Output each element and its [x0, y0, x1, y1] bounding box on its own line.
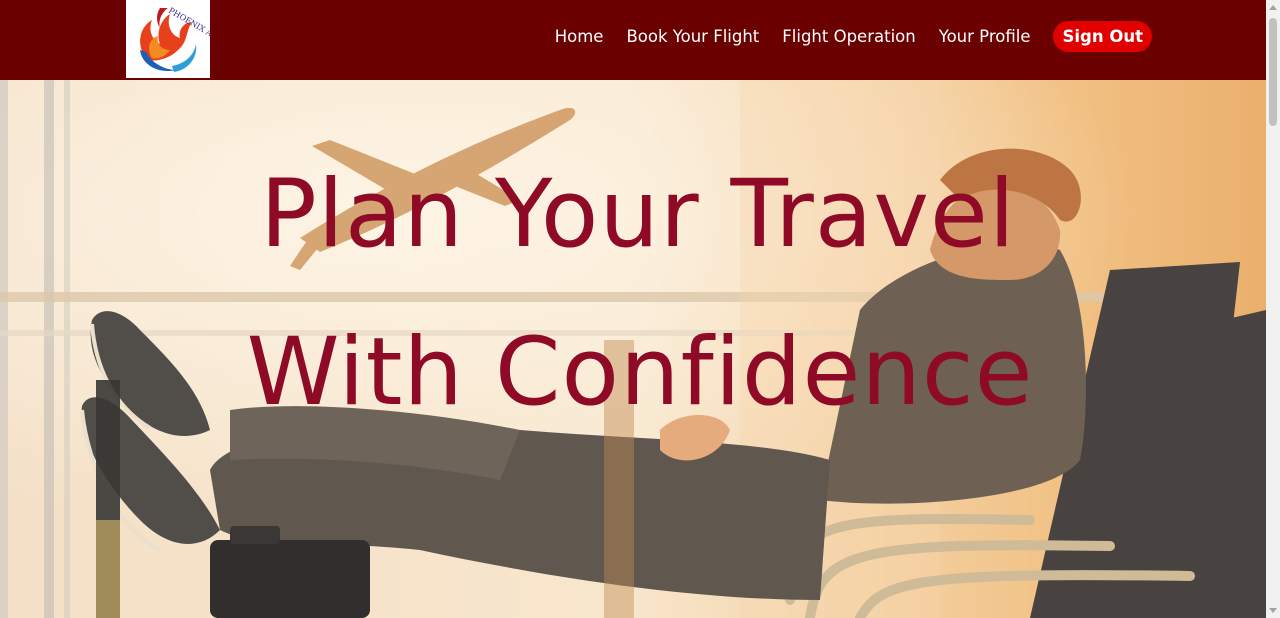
- scrollbar-thumb[interactable]: [1269, 18, 1277, 126]
- phoenix-bird-icon: PHOENIX AIR: [140, 6, 210, 72]
- hero-banner: Plan Your Travel With Confidence: [0, 80, 1266, 618]
- scroll-up-arrow-icon[interactable]: [1269, 5, 1277, 10]
- nav-flight-operation-link[interactable]: Flight Operation: [782, 27, 915, 46]
- top-navbar: PHOENIX AIR Home Book Your Flight Flight…: [0, 0, 1266, 80]
- nav-book-flight-link[interactable]: Book Your Flight: [626, 27, 759, 46]
- hero-headline-line-1: Plan Your Travel: [260, 160, 1016, 269]
- scroll-down-arrow-icon[interactable]: [1269, 608, 1277, 613]
- hero-headline-line-2: With Confidence: [246, 318, 1034, 427]
- sign-out-button[interactable]: Sign Out: [1053, 20, 1152, 52]
- main-nav: Home Book Your Flight Flight Operation Y…: [555, 20, 1152, 52]
- page-scrollbar[interactable]: [1266, 0, 1280, 618]
- nav-profile-link[interactable]: Your Profile: [939, 27, 1031, 46]
- phoenix-air-logo[interactable]: PHOENIX AIR: [126, 0, 210, 78]
- nav-home-link[interactable]: Home: [555, 27, 604, 46]
